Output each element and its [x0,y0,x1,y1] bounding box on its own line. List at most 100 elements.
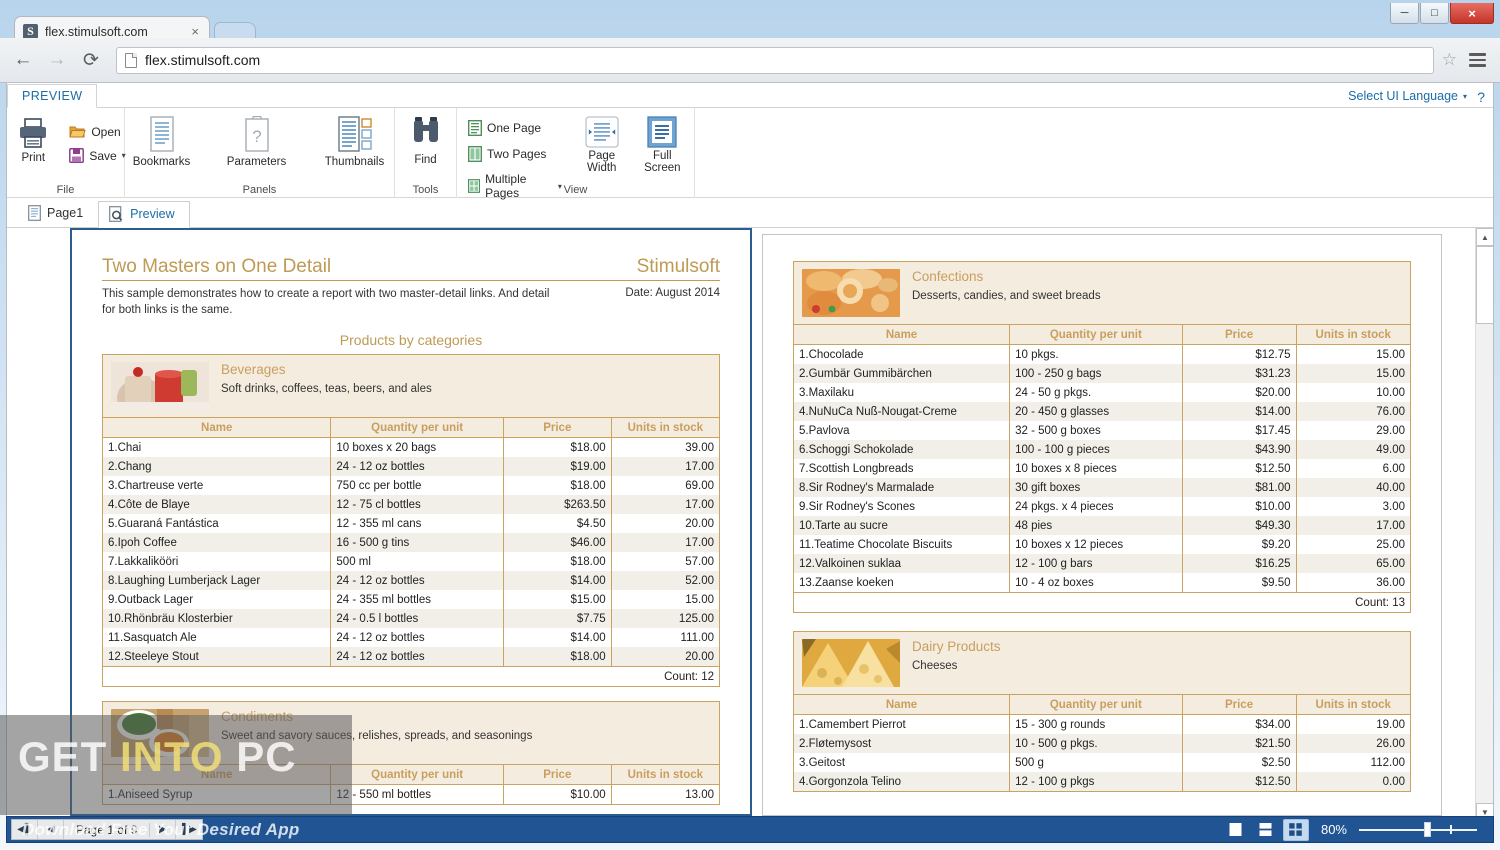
close-icon[interactable]: × [189,24,201,39]
cell-quantity: 24 - 12 oz bottles [330,647,504,667]
forward-icon[interactable]: → [44,47,70,73]
cell-name: 7.Scottish Longbreads [794,459,1011,478]
save-disk-icon [69,148,85,163]
zoom-slider-knob[interactable] [1423,822,1431,837]
select-ui-language[interactable]: Select UI Language ▾ [1348,89,1467,103]
cell-price: $9.20 [1182,535,1297,554]
full-screen-icon [647,116,677,148]
cell-name: 1.Chai [103,437,332,458]
column-header-quantity: Quantity per unit [330,764,504,786]
table-row: 10.Tarte au sucre 48 pies $49.30 17.00 [794,516,1410,535]
binoculars-icon [413,117,438,142]
printer-icon [20,118,47,148]
view-multiple-pages-button[interactable] [1282,818,1309,841]
cell-quantity: 15 - 300 g rounds [1009,714,1183,734]
cell-name: 11.Teatime Chocolate Biscuits [794,535,1011,554]
cell-quantity: 24 pkgs. x 4 pieces [1009,497,1183,516]
cell-quantity: 500 g [1009,753,1183,772]
cell-name: 3.Geitost [794,753,1011,772]
find-button[interactable]: Find [395,112,457,166]
cell-name: 9.Outback Lager [103,590,332,610]
cell-price: $10.00 [503,784,612,805]
cell-units: 6.00 [1382,462,1405,475]
table-row: 6.Ipoh Coffee 16 - 500 g tins $46.00 17.00 [103,533,719,553]
table-row: 4.Gorgonzola Telino 12 - 100 g pkgs $12.50… [794,772,1410,791]
cell-name: 6.Schoggi Schokolade [794,440,1011,459]
maximize-icon[interactable]: □ [1420,3,1449,24]
beverages-photo [111,362,209,411]
print-button[interactable]: Print [7,112,64,164]
table-row: 3.Chartreuse verte 750 cc per bottle $18.0… [103,476,719,496]
save-label: Save [89,148,117,163]
zoom-slider[interactable] [1359,822,1477,837]
cell-name: 1.Camembert Pierrot [794,714,1011,734]
view-two-pages-button[interactable] [1253,819,1279,841]
save-button[interactable]: Save ▾ [66,146,128,165]
cell-name: 8.Laughing Lumberjack Lager [103,571,332,591]
vertical-scrollbar[interactable]: ▲ ▼ [1475,228,1493,821]
cell-units: 17.00 [611,457,719,477]
column-header-units: Units in stock [1296,324,1410,345]
one-page-button[interactable]: One Page [465,118,565,138]
category-header: Dairy Products Cheeses [794,632,1410,694]
cell-quantity: 10 - 4 oz boxes [1009,573,1183,593]
browser-titlebar: S flex.stimulsoft.com × ─ □ × [0,0,1500,46]
browser-tabstrip: S flex.stimulsoft.com × [0,0,1500,46]
table-header-row: Name Quantity per unit Price Units in st… [794,324,1410,345]
scrollbar-thumb[interactable] [1476,246,1493,324]
two-pages-button[interactable]: Two Pages [465,144,565,164]
full-screen-button[interactable]: Full Screen [637,112,688,174]
table-row: 13.Zaanse koeken 10 - 4 oz boxes $9.50 36.0… [794,573,1410,593]
minimize-icon[interactable]: ─ [1390,3,1419,24]
ribbon-group-panels-label: Panels [242,184,277,196]
tab-preview[interactable]: PREVIEW [7,84,98,108]
cell-units: 25.00 [1376,538,1405,551]
open-button[interactable]: Open [66,122,128,141]
browser-window: S flex.stimulsoft.com × ─ □ × ← → ⟳ flex… [0,0,1500,850]
address-bar[interactable]: flex.stimulsoft.com [116,46,1434,74]
select-ui-language-label: Select UI Language [1348,89,1458,103]
cell-price: $10.00 [1182,497,1297,516]
cell-price: $31.23 [1182,364,1297,383]
cell-quantity: 12 - 100 g pkgs [1009,772,1183,791]
view-one-page-button[interactable] [1223,819,1249,841]
cell-name: 3.Maxilaku [794,383,1011,402]
cell-name: 2.Gumbär Gummibärchen [794,364,1011,383]
tab-page1[interactable]: Page1 [17,200,98,227]
cell-price: $14.00 [503,628,612,648]
cell-price: $49.30 [1182,516,1297,535]
svg-text:?: ? [252,127,261,146]
bookmark-star-icon[interactable]: ☆ [1442,50,1457,70]
cell-quantity: 12 - 550 ml bottles [330,784,504,805]
table-row: 4.Côte de Blaye 12 - 75 cl bottles $263.50… [103,495,719,515]
parameters-button[interactable]: ? Parameters [214,112,300,168]
scroll-up-icon[interactable]: ▲ [1476,228,1493,246]
cell-units: 17.00 [1296,516,1410,535]
cell-units: 112.00 [1370,756,1405,769]
cell-units: 65.00 [1296,554,1410,573]
back-icon[interactable]: ← [10,47,36,73]
help-icon[interactable]: ? [1477,89,1485,105]
cell-units: 15.00 [685,593,714,606]
page-width-label-line2: Width [587,162,617,175]
cell-units: 20.00 [611,647,719,667]
cell-units: 111.00 [680,631,714,644]
category-description: Soft drinks, coffees, teas, beers, and a… [221,382,432,395]
zoom-level: 80% [1320,822,1347,837]
column-header-units: Units in stock [611,417,719,439]
cell-units: 52.00 [611,571,719,591]
bookmarks-button[interactable]: Bookmarks [122,112,202,168]
tab-preview-document[interactable]: Preview [98,201,190,228]
chrome-menu-icon[interactable] [1465,53,1490,67]
cell-price: $7.75 [503,609,612,629]
reload-icon[interactable]: ⟳ [78,47,104,73]
table-count-row: Count: 12 [103,666,719,687]
cell-units: 29.00 [1376,424,1405,437]
cell-price: $12.50 [1182,772,1297,791]
ribbon-tabbar: PREVIEW Select UI Language ▾ ? [7,83,1493,108]
close-window-icon[interactable]: × [1450,3,1494,24]
cell-quantity: 500 ml [330,552,504,572]
column-header-price: Price [1182,694,1297,715]
thumbnails-button[interactable]: Thumbnails [312,112,398,168]
page-width-button[interactable]: Page Width [577,112,627,174]
